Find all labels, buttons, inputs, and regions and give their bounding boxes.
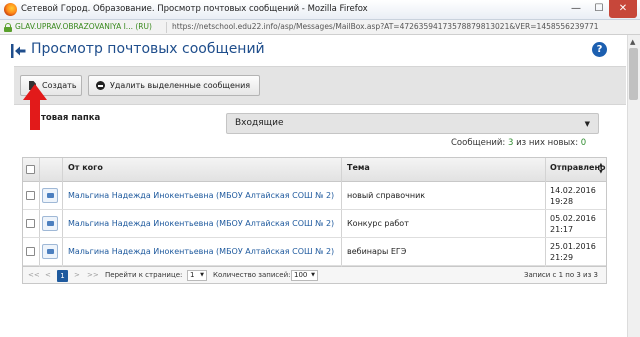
row-checkbox[interactable] xyxy=(26,247,35,256)
message-from[interactable]: Мальгина Надежда Инокентьевна (МБОУ Алта… xyxy=(68,219,334,228)
chevron-down-icon: ▼ xyxy=(584,120,590,128)
row-checkbox[interactable] xyxy=(26,191,35,200)
delete-selected-button[interactable]: Удалить выделенные сообщения xyxy=(88,75,260,96)
current-page-button[interactable]: 1 xyxy=(57,270,68,282)
record-count-label: Количество записей: xyxy=(213,271,291,279)
message-date-time: 21:17 xyxy=(550,225,574,234)
message-subject[interactable]: Конкурс работ xyxy=(347,219,409,228)
message-date-day: 05.02.2016 xyxy=(550,214,596,223)
page-title: Просмотр почтовых сообщений xyxy=(31,41,265,57)
message-from[interactable]: Мальгина Надежда Инокентьевна (МБОУ Алта… xyxy=(68,247,334,256)
window-title: Сетевой Город. Образование. Просмотр поч… xyxy=(21,4,368,14)
messages-count-value: 3 xyxy=(508,138,514,148)
messages-count-label: Сообщений: xyxy=(451,138,506,148)
next-page-button[interactable]: > xyxy=(74,270,80,281)
message-from[interactable]: Мальгина Надежда Инокентьевна (МБОУ Алта… xyxy=(68,191,334,200)
last-page-button[interactable]: >> xyxy=(87,270,99,281)
prev-page-button[interactable]: < xyxy=(45,270,51,281)
message-date-time: 21:29 xyxy=(550,253,574,262)
delete-icon xyxy=(96,81,105,90)
new-count-label: из них новых: xyxy=(516,138,579,148)
message-subject[interactable]: вебинары ЕГЭ xyxy=(347,247,406,256)
envelope-icon[interactable] xyxy=(42,216,58,231)
sort-icon[interactable]: ▲ ▼ xyxy=(599,162,605,176)
url-separator xyxy=(166,22,167,33)
firefox-logo-icon xyxy=(4,3,17,16)
minimize-button[interactable]: — xyxy=(565,0,587,18)
message-date-time: 19:28 xyxy=(550,197,574,206)
record-count-select[interactable]: 100 ▼ xyxy=(291,270,318,281)
column-header-sent[interactable]: Отправлено xyxy=(550,163,605,172)
record-count-value: 100 xyxy=(294,271,308,279)
message-date: 14.02.2016 19:28 xyxy=(550,185,596,207)
goto-page-label: Перейти к странице: xyxy=(105,271,183,279)
maximize-button[interactable]: ☐ xyxy=(588,0,610,18)
goto-page-value: 1 xyxy=(190,271,195,279)
column-header-from[interactable]: От кого xyxy=(68,163,103,172)
column-header-subject[interactable]: Тема xyxy=(347,163,370,172)
message-date-day: 25.01.2016 xyxy=(550,242,596,251)
scroll-up-icon[interactable]: ▲ xyxy=(630,38,635,46)
message-date: 05.02.2016 21:17 xyxy=(550,213,596,235)
envelope-icon[interactable] xyxy=(42,244,58,259)
message-subject[interactable]: новый справочник xyxy=(347,191,425,200)
help-icon[interactable]: ? xyxy=(592,42,607,57)
url-text[interactable]: https://netschool.edu22.info/asp/Message… xyxy=(172,22,599,31)
lock-icon[interactable] xyxy=(4,23,12,32)
goto-page-select[interactable]: 1 ▼ xyxy=(187,270,207,281)
scroll-thumb[interactable] xyxy=(629,48,638,100)
first-page-button[interactable]: << xyxy=(28,270,40,281)
message-counts: Сообщений: 3 из них новых: 0 xyxy=(451,138,586,148)
folder-label: товая папка xyxy=(41,113,101,123)
records-range-text: Записи с 1 по 3 из 3 xyxy=(524,271,598,279)
window-titlebar: Сетевой Город. Образование. Просмотр поч… xyxy=(0,0,640,20)
delete-button-label: Удалить выделенные сообщения xyxy=(110,81,251,90)
site-identity[interactable]: GLAV.UPRAV.OBRAZOVANIYA I... (RU) xyxy=(15,22,152,31)
address-bar[interactable]: GLAV.UPRAV.OBRAZOVANIYA I... (RU) https:… xyxy=(0,20,640,35)
folder-select-value: Входящие xyxy=(235,118,284,128)
envelope-icon[interactable] xyxy=(42,188,58,203)
chevron-down-icon: ▼ xyxy=(200,272,204,278)
select-all-checkbox[interactable] xyxy=(26,165,35,174)
new-count-value: 0 xyxy=(580,138,587,148)
chevron-down-icon: ▼ xyxy=(311,272,315,278)
table-header xyxy=(22,157,607,182)
message-date: 25.01.2016 21:29 xyxy=(550,241,596,263)
row-checkbox[interactable] xyxy=(26,219,35,228)
create-button-label: Создать xyxy=(42,81,77,90)
back-arrow-icon[interactable] xyxy=(10,44,26,58)
folder-select[interactable]: Входящие ▼ xyxy=(226,113,599,134)
close-window-button[interactable]: ✕ xyxy=(609,0,637,18)
message-date-day: 14.02.2016 xyxy=(550,186,596,195)
red-arrow-annotation xyxy=(23,84,47,130)
